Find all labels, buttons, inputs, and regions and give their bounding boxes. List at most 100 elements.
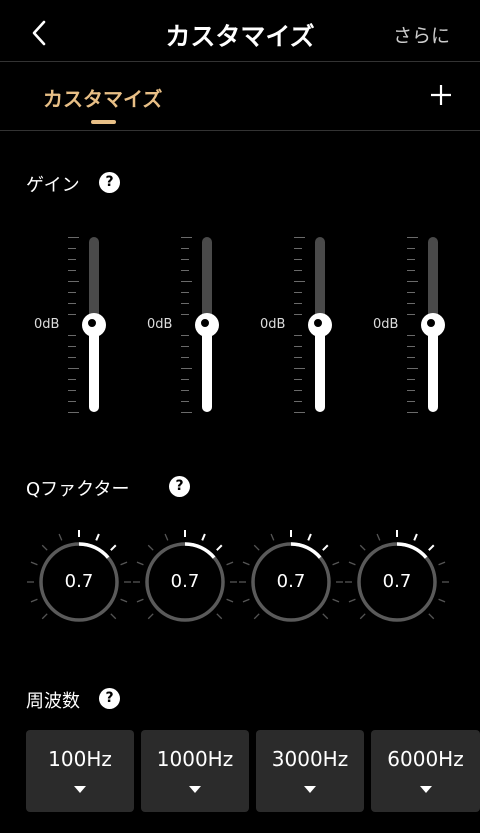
knob-tick [110,544,117,551]
caret-down-icon [189,786,201,793]
more-button[interactable]: さらに [393,21,450,48]
gain-scale-tick [68,259,76,260]
gain-scale-tick [294,346,302,347]
gain-track-fill [89,324,99,412]
gain-scale-tick [68,368,79,369]
gain-scale-tick [68,270,76,271]
knob-tick [226,561,234,566]
gain-scale-tick [407,379,415,380]
gain-scale-tick [68,346,76,347]
knob-tick [322,544,329,551]
knob-tick [147,544,154,551]
gain-scale-tick [181,248,189,249]
knob-tick [120,598,128,603]
knob-tick [30,561,38,566]
gain-scale-tick [407,237,418,238]
gain-scale-tick [68,303,76,304]
gain-scale-tick [407,248,415,249]
gain-scale-tick [407,357,415,358]
knob-tick [58,533,63,541]
gain-scale-tick [294,292,302,293]
frequency-value: 6000Hz [387,747,464,771]
gain-scale-tick [68,412,79,413]
knob-tick [41,613,48,620]
caret-down-icon [304,786,316,793]
gain-scale-tick [294,237,305,238]
gain-scale-tick [407,314,415,315]
knob-tick [136,561,144,566]
gain-scale-tick [294,259,302,260]
header-divider [0,61,480,62]
frequency-dropdown[interactable]: 6000Hz [371,730,480,812]
knob-value-arc [290,542,322,559]
knob-value-arc [184,542,216,559]
gain-slider-thumb[interactable] [82,312,106,337]
knob-tick [322,613,329,620]
gain-scale-tick [181,401,189,402]
gain-scale-tick [181,357,189,358]
gain-slider-thumb[interactable] [308,312,332,337]
frequency-help-icon[interactable]: ? [99,688,120,709]
gain-scale-tick [181,412,192,413]
gain-slider-thumb[interactable] [195,312,219,337]
gain-scale-tick [68,248,76,249]
knob-tick [332,598,340,603]
gain-scale-tick [294,270,302,271]
knob-value-arc [396,542,428,559]
gain-scale-tick [294,401,302,402]
knob-tick [348,561,356,566]
gain-scale-tick [181,259,189,260]
frequency-dropdown[interactable]: 1000Hz [141,730,249,812]
gain-track-fill [202,324,212,412]
gain-help-icon[interactable]: ? [99,172,120,193]
gain-scale-tick [181,281,192,282]
gain-scale-tick [294,314,302,315]
gain-scale-tick [407,401,415,402]
knob-tick [147,613,154,620]
knob-tick [438,561,446,566]
knob-tick [41,544,48,551]
gain-scale-tick [68,357,76,358]
top-bar: カスタマイズ さらに [0,0,480,62]
knob-tick [270,533,275,541]
frequency-dropdown[interactable]: 3000Hz [256,730,364,812]
gain-scale-tick [407,346,415,347]
gain-scale-tick [407,412,418,413]
gain-scale-tick [407,292,415,293]
gain-scale-tick [407,259,415,260]
gain-scale-tick [407,281,418,282]
gain-scale-tick [181,314,189,315]
frequency-value: 3000Hz [271,747,349,771]
knob-value-arc [78,542,110,559]
gain-scale-tick [294,379,302,380]
tab-divider [0,130,480,131]
knob-tick [216,613,223,620]
gain-scale-tick [181,270,189,271]
gain-scale-tick [407,270,415,271]
gain-db-label: 0dB [373,316,399,332]
gain-scale-tick [294,368,305,369]
knob-tick [253,544,260,551]
q-factor-value: 0.7 [170,571,200,592]
knob-tick [120,561,128,566]
gain-scale-tick [68,292,76,293]
gain-track-fill [428,324,438,412]
knob-tick [110,613,117,620]
gain-scale-tick [68,281,79,282]
gain-scale-tick [181,292,189,293]
tab-customize[interactable]: カスタマイズ [43,83,162,112]
knob-tick [201,533,206,541]
plus-icon[interactable] [430,84,452,106]
knob-tick [428,544,435,551]
frequency-dropdown[interactable]: 100Hz [26,730,134,812]
gain-scale-tick [68,314,76,315]
gain-db-label: 0dB [34,316,60,332]
caret-down-icon [419,786,432,793]
gain-scale-tick [181,390,189,391]
knob-tick [332,561,340,566]
q-factor-help-icon[interactable]: ? [169,476,190,497]
gain-scale-tick [407,390,415,391]
caret-down-icon [74,786,86,793]
gain-slider-thumb[interactable] [421,312,445,337]
q-factor-label: Qファクター [26,479,130,500]
